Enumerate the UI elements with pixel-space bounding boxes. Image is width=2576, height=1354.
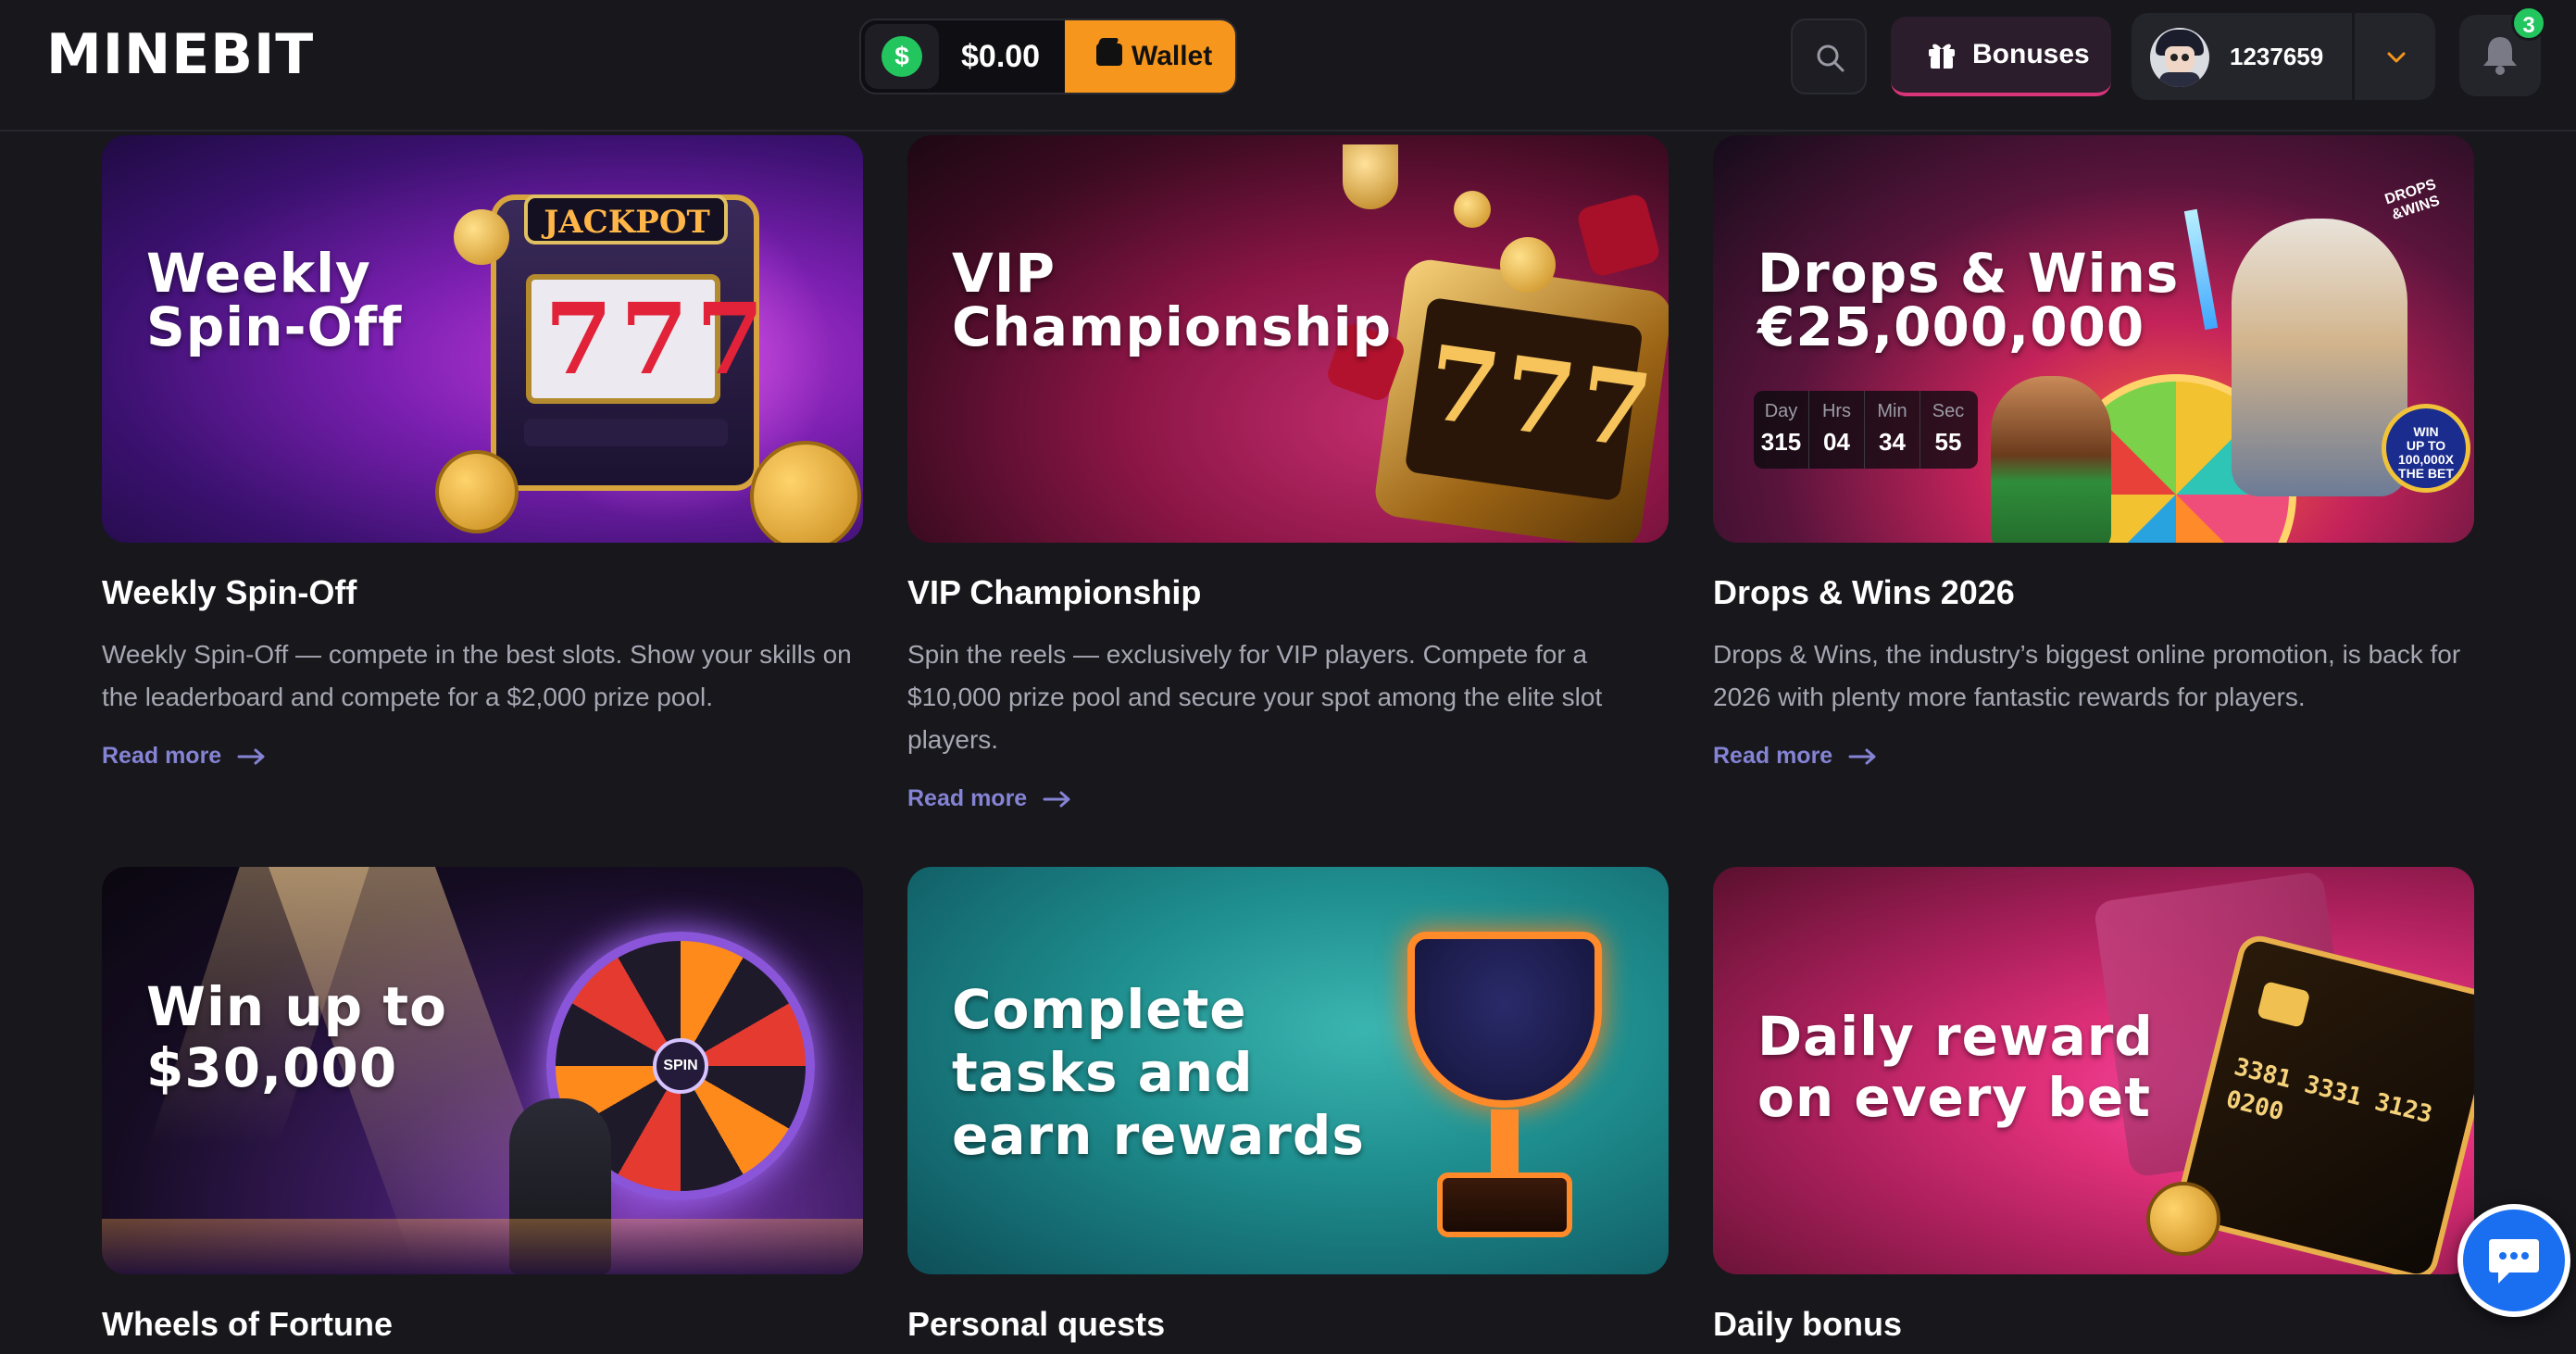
arrow-right-icon [1043,791,1070,808]
balance-amount: $0.00 [961,39,1041,74]
zeus-character-image [2232,219,2407,496]
promo-banner-personal-quests[interactable]: Complete tasks and earn rewards [907,867,1669,1274]
user-profile-menu[interactable]: 1237659 [2132,13,2435,100]
wallet-icon [1096,44,1122,66]
bonuses-button-label: Bonuses [1972,39,2090,69]
banner-title: Complete tasks and earn rewards [952,978,1365,1167]
trophy-image [1343,144,1398,209]
wallet-button-label: Wallet [1132,41,1213,71]
read-more-label: Read more [907,785,1028,811]
read-more-label: Read more [1713,743,1833,769]
wallet-widget: $ $0.00 Wallet [859,19,1237,94]
card-title: VIP Championship [907,573,1202,611]
red-dice-image [1575,192,1662,279]
promo-card-personal-quests: Complete tasks and earn rewards Personal… [907,867,1669,1345]
site-logo[interactable]: MINEBIT [46,27,314,82]
read-more-link[interactable]: Read more [1713,739,1878,772]
promo-card-drops-and-wins: DROPS &WINS WIN UP TO 100,000X THE BET D… [1713,135,2474,772]
chevron-down-icon[interactable] [2383,44,2409,70]
card-title: Weekly Spin-Off [102,573,357,611]
card-title: Wheels of Fortune [102,1305,393,1343]
lightning-bolt-image [2183,208,2219,331]
arrow-right-icon [237,748,265,765]
card-description: Spin the reels — exclusively for VIP pla… [907,640,1603,754]
card-number: 3381 3331 3123 0200 [2223,1053,2435,1130]
stage-floor [102,1219,863,1274]
user-avatar [2150,28,2209,87]
countdown-timer: Day 315 Hrs 04 Min 34 Sec 55 [1754,391,1978,469]
slot-machine-image: JACKPOT 777 [491,194,764,491]
wallet-button[interactable]: Wallet [1065,20,1235,93]
card-title: Personal quests [907,1305,1166,1343]
top-header: MINEBIT $ $0.00 Wallet Bonuses 1237659 3 [0,0,2576,132]
banner-title: Weekly Spin-Off [146,242,403,358]
countdown-seconds: Sec 55 [1932,401,1965,456]
card-description: Drops & Wins, the industry’s biggest onl… [1713,640,2461,711]
card-title: Drops & Wins 2026 [1713,573,2015,611]
promo-card-daily-bonus: 3381 3331 3123 0200 Daily reward on ever… [1713,867,2474,1345]
trophy-image [1407,932,1602,1108]
user-divider [2352,13,2355,100]
banner-title: Win up to $30,000 [146,975,447,1099]
countdown-hours: Hrs 04 [1809,391,1865,469]
user-id: 1237659 [2230,43,2324,70]
bearded-character-image [1991,376,2111,543]
trophy-stem [1491,1110,1519,1174]
coin-image [454,209,509,265]
bitcoin-coin-image [2146,1182,2220,1256]
promo-card-vip-championship: 777 VIP Championship VIP Championship Sp… [907,135,1669,815]
promo-card-weekly-spin-off: JACKPOT 777 Weekly Spin-Off Weekly Spin-… [102,135,863,772]
drops-wins-logo: DROPS &WINS [2382,176,2442,223]
gold-coin-image [1500,237,1556,293]
bonuses-button[interactable]: Bonuses [1891,17,2111,96]
promo-banner-wheels-of-fortune[interactable]: SPIN Win up to $30,000 [102,867,863,1274]
dollar-coin-icon: $ [882,36,922,77]
bitcoin-coin-image [435,450,519,533]
search-icon [1817,44,1844,72]
banner-title: Drops & Wins €25,000,000 [1757,242,2180,358]
search-button[interactable] [1791,19,1867,94]
read-more-link[interactable]: Read more [102,739,267,772]
jackpot-label: JACKPOT [544,204,710,241]
promo-banner-daily-bonus[interactable]: 3381 3331 3123 0200 Daily reward on ever… [1713,867,2474,1274]
golden-slot-reels-image: 777 [1371,257,1669,543]
win-multiplier-badge: WIN UP TO 100,000X THE BET [2382,404,2470,493]
read-more-link[interactable]: Read more [907,782,1072,815]
trophy-base [1437,1172,1572,1237]
banner-title: VIP Championship [952,242,1393,358]
card-chip [2257,981,2311,1028]
spin-hub: SPIN [653,1038,708,1094]
promo-banner-drops-and-wins[interactable]: DROPS &WINS WIN UP TO 100,000X THE BET D… [1713,135,2474,543]
gold-coin-image [1454,191,1491,228]
read-more-label: Read more [102,743,222,769]
bitcoin-coin-image [750,441,861,543]
countdown-days: Day 315 [1754,391,1809,469]
promo-banner-weekly-spin-off[interactable]: JACKPOT 777 Weekly Spin-Off [102,135,863,543]
card-title: Daily bonus [1713,1305,1903,1343]
gift-icon [1929,44,1955,69]
banner-title: Daily reward on every bet [1757,1005,2154,1129]
chat-icon [2489,1239,2539,1284]
bell-icon [2483,37,2517,75]
live-chat-button[interactable] [2457,1204,2570,1317]
card-description: Weekly Spin-Off — compete in the best sl… [102,640,852,711]
currency-selector[interactable]: $ [865,24,939,89]
promo-banner-vip-championship[interactable]: 777 VIP Championship [907,135,1669,543]
countdown-minutes: Min 34 [1865,391,1920,469]
notification-count-badge: 3 [2511,6,2546,41]
arrow-right-icon [1848,748,1876,765]
promo-card-wheels-of-fortune: SPIN Win up to $30,000 Wheels of Fortune [102,867,863,1345]
